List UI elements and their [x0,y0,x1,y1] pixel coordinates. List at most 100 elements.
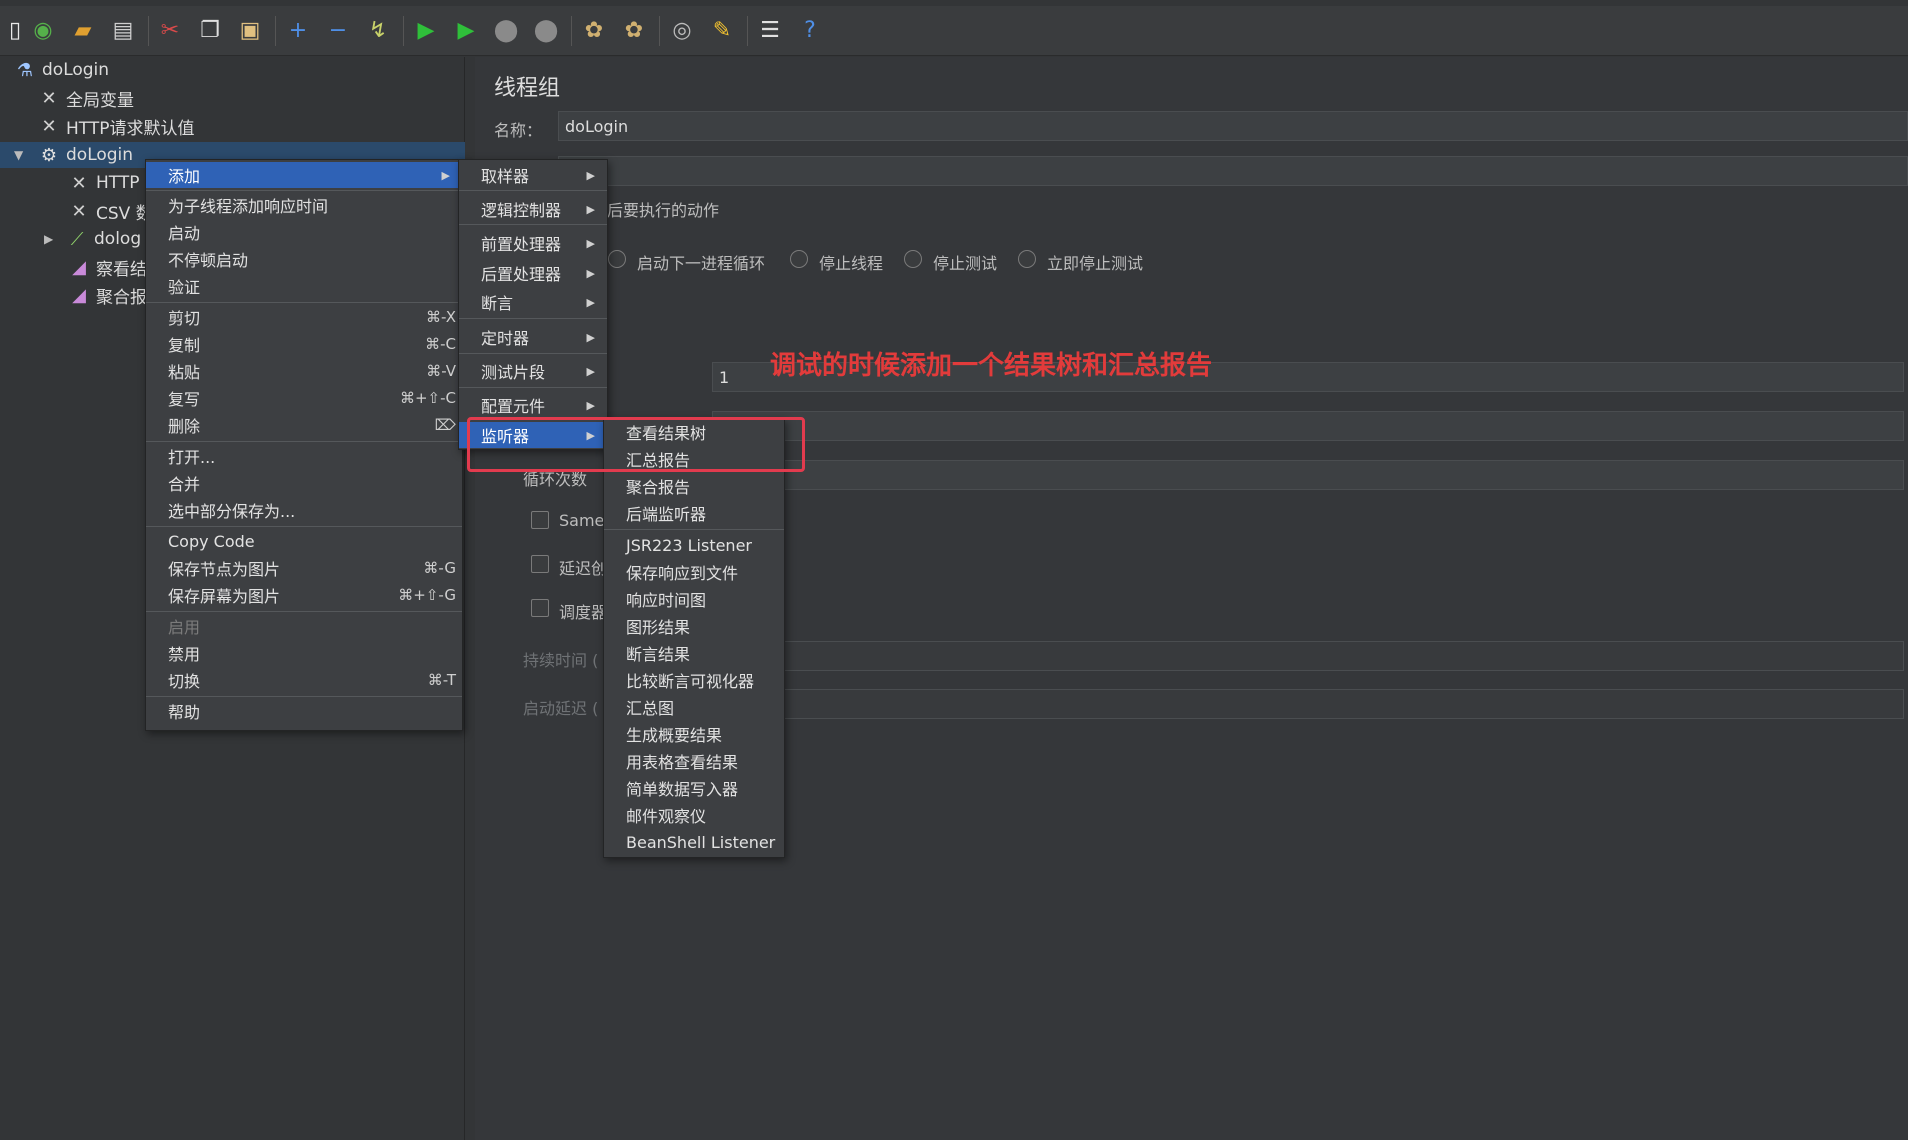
shutdown-icon[interactable]: ⬤ [531,16,561,46]
duration-field[interactable] [712,641,1904,671]
comment-field[interactable] [558,156,1908,186]
listener-aggregate-report[interactable]: 聚合报告 [604,473,784,499]
listener-view-table[interactable]: 用表格查看结果 [604,748,784,774]
menu-item-copy[interactable]: 复制 ⌘-C [146,331,462,357]
menu-item-help[interactable]: 帮助 [146,698,462,724]
startup-delay-field[interactable] [712,689,1904,719]
listener-beanshell[interactable]: BeanShell Listener [604,829,784,855]
new-icon[interactable]: ▯ [0,16,30,46]
menu-item-label: 保存响应到文件 [626,564,739,583]
radio-stop-now[interactable] [1018,250,1036,268]
toolbar: ▯ ◉ ▰ ▤ ✂ ❐ ▣ + − ↯ ▶ ▶ ⬤ ⬤ ✿ ✿ ◎ ✎ ☰ ? [0,6,1908,56]
loop-count-field[interactable] [712,460,1904,490]
menu-item-delete[interactable]: 删除 ⌦ [146,412,462,438]
submenu-item-timer[interactable]: 定时器 ▶ [459,324,607,350]
tree-node-label: HTTP请求默认值 [66,118,195,139]
stop-icon[interactable]: ⬤ [491,16,521,46]
search-icon[interactable]: ◎ [667,16,697,46]
cut-icon[interactable]: ✂ [155,16,185,46]
menu-item-start-no-pause[interactable]: 不停顿启动 [146,246,462,272]
menu-item-label: 图形结果 [626,618,691,637]
submenu-item-preprocessor[interactable]: 前置处理器 ▶ [459,230,607,256]
menu-item-enable: 启用 [146,613,462,639]
menu-item-duplicate[interactable]: 复写 ⌘+⇧-C [146,385,462,411]
tree-node-http-defaults[interactable]: ✕ HTTP请求默认值 [36,113,195,139]
tree-node-global-vars[interactable]: ✕ 全局变量 [36,85,134,111]
tree-node-test-plan[interactable]: ⚗ doLogin [12,57,109,83]
save-icon[interactable]: ▤ [108,16,138,46]
start-no-pause-icon[interactable]: ▶ [451,16,481,46]
menu-item-cut[interactable]: 剪切 ⌘-X [146,304,462,330]
submenu-item-postprocessor[interactable]: 后置处理器 ▶ [459,260,607,286]
menu-item-save-selection[interactable]: 选中部分保存为... [146,497,462,523]
listener-graph-results[interactable]: 图形结果 [604,613,784,639]
menu-item-open[interactable]: 打开... [146,443,462,469]
chevron-down-icon[interactable]: ▼ [14,148,23,162]
listener-jsr223[interactable]: JSR223 Listener [604,532,784,558]
chart-icon: ◢ [72,284,86,306]
submenu-item-sampler[interactable]: 取样器 ▶ [459,162,607,188]
menu-item-paste[interactable]: 粘贴 ⌘-V [146,358,462,384]
templates-icon[interactable]: ◉ [28,16,58,46]
tree-node-sampler[interactable]: ▶ ⟋ dolog [44,226,141,252]
paste-icon[interactable]: ▣ [235,16,265,46]
menu-item-toggle[interactable]: 切换 ⌘-T [146,667,462,693]
menu-item-copy-code[interactable]: Copy Code [146,528,462,554]
submenu-item-logic-controller[interactable]: 逻辑控制器 ▶ [459,196,607,222]
menu-item-label: 切换 [168,672,201,691]
menu-item-validate[interactable]: 验证 [146,273,462,299]
menu-item-save-screen-image[interactable]: 保存屏幕为图片 ⌘+⇧-G [146,582,462,608]
delay-create-checkbox[interactable] [531,555,549,573]
menu-item-label: 聚合报告 [626,478,691,497]
radio-label: 立即停止测试 [1047,254,1144,273]
listener-response-time-graph[interactable]: 响应时间图 [604,586,784,612]
start-icon[interactable]: ▶ [411,16,441,46]
ramp-up-field[interactable] [712,411,1904,441]
menu-item-start[interactable]: 启动 [146,219,462,245]
menu-item-label: 简单数据写入器 [626,780,739,799]
tree-node-http[interactable]: ✕ HTTP [66,170,139,196]
same-user-checkbox[interactable] [531,511,549,529]
submenu-item-test-fragment[interactable]: 测试片段 ▶ [459,358,607,384]
clear-icon[interactable]: ✿ [579,16,609,46]
tree-node-view-results[interactable]: ◢ 察看结 [66,254,147,280]
clear-all-icon[interactable]: ✿ [619,16,649,46]
function-helper-icon[interactable]: ☰ [755,16,785,46]
toggle-icon[interactable]: ↯ [363,16,393,46]
listener-assertion-results[interactable]: 断言结果 [604,640,784,666]
menu-item-label: 前置处理器 [481,235,562,254]
submenu-item-config-element[interactable]: 配置元件 ▶ [459,392,607,418]
menu-item-save-node-image[interactable]: 保存节点为图片 ⌘-G [146,555,462,581]
chevron-right-icon: ▶ [586,202,595,216]
menu-item-add[interactable]: 添加 ▶ [146,162,462,188]
collapse-icon[interactable]: − [323,16,353,46]
submenu-item-assertion[interactable]: 断言 ▶ [459,289,607,315]
listener-backend[interactable]: 后端监听器 [604,500,784,526]
name-field[interactable]: doLogin [558,111,1908,141]
menu-item-label: 禁用 [168,645,201,664]
menu-item-add-response-time[interactable]: 为子线程添加响应时间 [146,192,462,218]
gear-icon: ⚙ [40,144,58,166]
listener-save-response[interactable]: 保存响应到文件 [604,559,784,585]
listener-compare-assertion[interactable]: 比较断言可视化器 [604,667,784,693]
listener-simple-data-writer[interactable]: 简单数据写入器 [604,775,784,801]
open-icon[interactable]: ▰ [68,16,98,46]
listener-summary-graph[interactable]: 汇总图 [604,694,784,720]
listener-mailer[interactable]: 邮件观察仪 [604,802,784,828]
tree-node-csv[interactable]: ✕ CSV 数 [66,198,152,224]
menu-item-disable[interactable]: 禁用 [146,640,462,666]
menu-item-merge[interactable]: 合并 [146,470,462,496]
scheduler-checkbox[interactable] [531,599,549,617]
chevron-right-icon[interactable]: ▶ [44,232,53,246]
radio-stop-thread[interactable] [790,250,808,268]
reset-search-icon[interactable]: ✎ [707,16,737,46]
radio-continue[interactable] [608,250,626,268]
menu-item-label: 生成概要结果 [626,726,723,745]
listener-generate-summary[interactable]: 生成概要结果 [604,721,784,747]
copy-icon[interactable]: ❐ [195,16,225,46]
radio-stop-test[interactable] [904,250,922,268]
tree-node-aggregate[interactable]: ◢ 聚合报 [66,282,147,308]
help-icon[interactable]: ? [795,16,825,46]
chevron-right-icon: ▶ [586,236,595,250]
expand-icon[interactable]: + [283,16,313,46]
